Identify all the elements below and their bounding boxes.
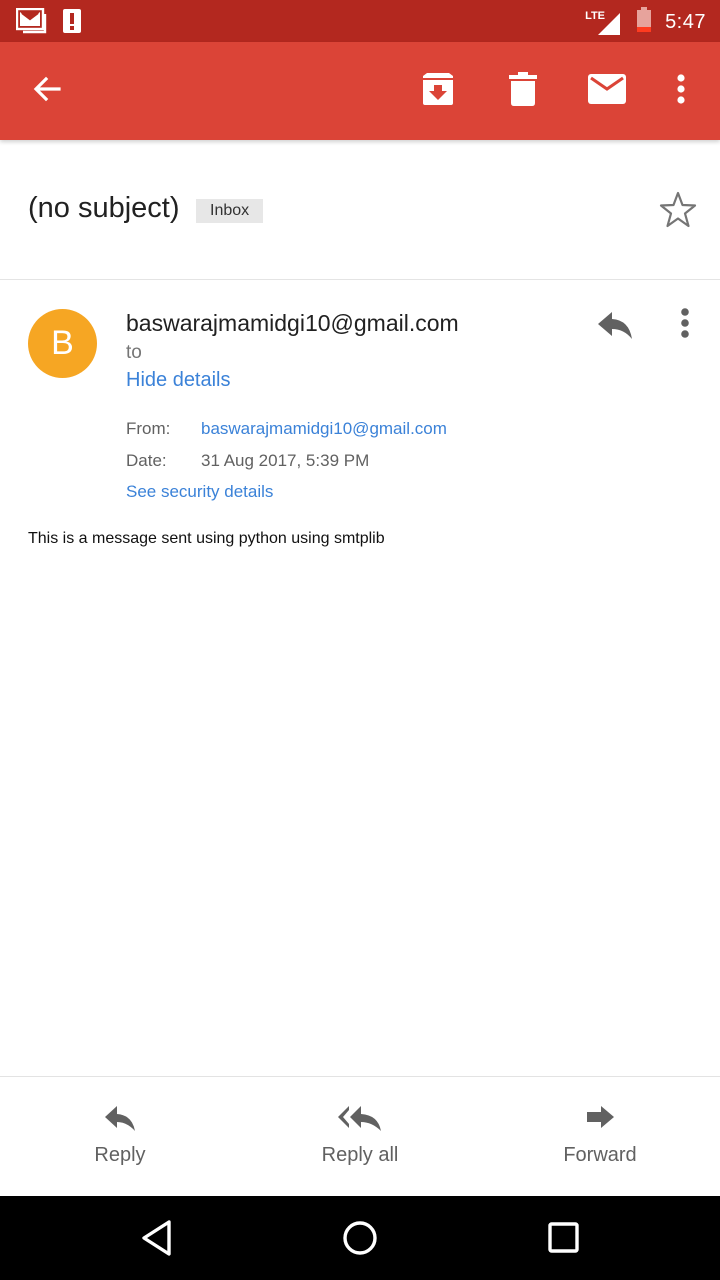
security-details-link[interactable]: See security details: [126, 482, 273, 502]
back-triangle-icon: [134, 1220, 182, 1266]
back-arrow-icon: [31, 73, 63, 110]
system-status-icons: LTE 5:47: [585, 6, 706, 39]
star-outline-icon: [656, 191, 700, 236]
reply-label: Reply: [94, 1144, 146, 1166]
more-vert-icon: [676, 73, 686, 109]
message-more-button[interactable]: [664, 302, 708, 346]
email-subject: (no subject): [28, 192, 180, 224]
battery-low-icon: [635, 6, 653, 39]
back-button[interactable]: [22, 66, 72, 116]
forward-label: Forward: [563, 1144, 637, 1166]
more-options-button[interactable]: [656, 66, 706, 116]
system-navigation-bar: [0, 1196, 720, 1280]
date-value: 31 Aug 2017, 5:39 PM: [201, 451, 370, 470]
mark-unread-button[interactable]: [582, 66, 632, 116]
more-vert-icon: [664, 308, 708, 350]
sender-avatar[interactable]: B: [28, 309, 97, 378]
lte-signal-icon: LTE: [585, 9, 623, 37]
clock-time: 5:47: [665, 11, 706, 33]
reply-icon: [594, 312, 638, 350]
reply-all-label: Reply all: [321, 1144, 399, 1166]
status-bar: LTE 5:47: [0, 0, 720, 42]
forward-button[interactable]: Forward: [480, 1077, 720, 1197]
recents-square-icon: [539, 1222, 587, 1266]
inbox-label-chip[interactable]: Inbox: [196, 199, 264, 223]
archive-button[interactable]: [413, 66, 463, 116]
star-button[interactable]: [656, 188, 700, 232]
nav-recents-button[interactable]: [539, 1214, 587, 1262]
forward-icon: [585, 1103, 615, 1138]
home-circle-icon: [336, 1221, 384, 1266]
mark-unread-icon: [588, 73, 626, 109]
email-view-screen: LTE 5:47 (no subject) Inbox B baswarajma…: [0, 0, 720, 1280]
nav-back-button[interactable]: [134, 1214, 182, 1262]
message-reply-button[interactable]: [594, 302, 638, 346]
reply-button[interactable]: Reply: [0, 1077, 240, 1197]
delete-icon: [509, 71, 537, 111]
app-toolbar: [0, 42, 720, 140]
subject-row: (no subject) Inbox: [0, 140, 720, 280]
date-label: Date:: [126, 451, 167, 470]
network-type-label: LTE: [585, 9, 606, 22]
delete-button[interactable]: [498, 66, 548, 116]
reply-all-button[interactable]: Reply all: [240, 1077, 480, 1197]
from-label: From:: [126, 419, 171, 438]
alert-notification-icon: [62, 7, 82, 40]
reply-all-icon: [337, 1103, 383, 1138]
gmail-notification-icon: [15, 7, 48, 39]
recipient-line: to: [126, 342, 142, 363]
nav-home-button[interactable]: [336, 1214, 384, 1262]
reply-icon: [103, 1103, 137, 1138]
from-email-link[interactable]: baswarajmamidgi10@gmail.com: [201, 419, 447, 439]
hide-details-link[interactable]: Hide details: [126, 369, 231, 392]
sender-email: baswarajmamidgi10@gmail.com: [126, 310, 459, 336]
archive-icon: [420, 72, 456, 111]
reply-action-bar: Reply Reply all Forward: [0, 1076, 720, 1196]
email-body: This is a message sent using python usin…: [28, 530, 385, 547]
notification-icons: [15, 7, 82, 40]
